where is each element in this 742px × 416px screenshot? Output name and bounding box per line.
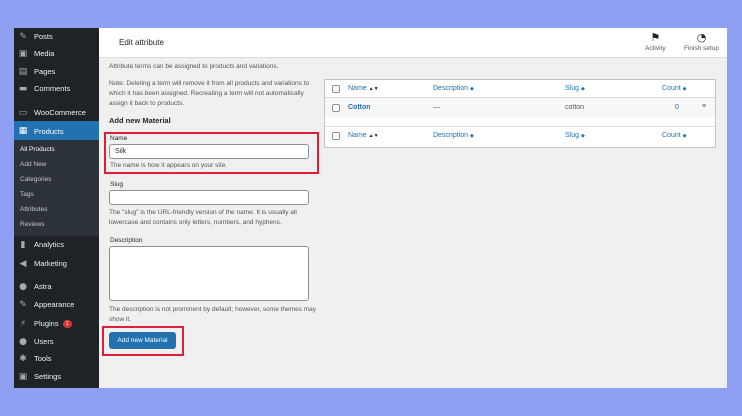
description-help-text: The description is not prominent by defa…	[109, 306, 317, 323]
slug-help-text: The "slug" is the URL-friendly version o…	[109, 209, 297, 226]
column-header-count[interactable]: Count ◆	[662, 85, 687, 92]
sidebar-item-marketing[interactable]: ◀ Marketing	[14, 255, 99, 272]
appearance-icon: ✎	[19, 299, 27, 310]
term-description: —	[433, 104, 440, 111]
sort-icon: ◆	[469, 133, 474, 139]
footer-header-name[interactable]: Name ▲▼	[348, 132, 379, 139]
tools-icon: ✱	[19, 353, 27, 364]
submenu-all-products[interactable]: All Products	[20, 146, 55, 153]
name-label: Name	[110, 135, 128, 142]
term-name-link[interactable]: Cotton	[348, 104, 371, 111]
sort-icon: ◆	[580, 133, 585, 139]
description-label: Description	[110, 237, 143, 244]
add-new-heading: Add new Material	[109, 116, 171, 125]
page-title: Edit attribute	[119, 38, 164, 47]
sidebar-item-tools[interactable]: ✱ Tools	[14, 350, 99, 367]
submenu-attributes[interactable]: Attributes	[20, 206, 47, 213]
slug-input[interactable]	[109, 190, 309, 205]
products-submenu: All Products Add New Categories Tags Att…	[14, 140, 99, 236]
sort-icon: ◆	[469, 86, 474, 92]
marketing-icon: ◀	[19, 258, 27, 269]
sort-icon: ◆	[682, 133, 687, 139]
wordpress-admin-window: ✎ Posts ▣ Media ▤ Pages ▬ Comments ▭ WooComme…	[14, 28, 727, 388]
products-icon: ▦	[18, 126, 28, 136]
plugins-icon: ⚡	[19, 318, 27, 329]
term-count-link[interactable]: 0	[675, 104, 679, 111]
settings-icon: ▣	[18, 371, 28, 382]
column-header-description[interactable]: Description ◆	[433, 85, 474, 92]
finish-setup-button[interactable]: ◔ Finish setup	[684, 31, 719, 52]
name-help-text: The name is how it appears on your site.	[110, 162, 228, 169]
plugins-update-badge: 1	[62, 319, 72, 328]
admin-sidebar: ✎ Posts ▣ Media ▤ Pages ▬ Comments ▭ WooComme…	[14, 28, 99, 388]
sidebar-item-appearance[interactable]: ✎ Appearance	[14, 296, 99, 313]
astra-icon: ●	[19, 281, 27, 292]
footer-header-count[interactable]: Count ◆	[662, 132, 687, 139]
term-slug: cotton	[565, 104, 585, 111]
sidebar-item-posts[interactable]: ✎ Posts	[14, 28, 99, 45]
add-new-material-button[interactable]: Add new Material	[109, 332, 176, 349]
sidebar-item-astra[interactable]: ● Astra	[14, 278, 99, 295]
table-footer-row: Name ▲▼ Description ◆ Slug ◆ Count ◆	[325, 126, 715, 147]
submenu-add-new[interactable]: Add New	[20, 161, 46, 168]
row-checkbox[interactable]	[332, 104, 340, 112]
footer-header-description[interactable]: Description ◆	[433, 132, 474, 139]
footer-header-slug[interactable]: Slug ◆	[565, 132, 585, 139]
progress-circle-icon: ◔	[696, 31, 707, 44]
select-all-footer-checkbox[interactable]	[332, 132, 340, 140]
comments-icon: ▬	[18, 83, 28, 94]
woocommerce-icon: ▭	[18, 107, 28, 118]
sidebar-item-products[interactable]: ▦ Products	[14, 121, 99, 141]
sort-icon: ▲▼	[368, 133, 379, 139]
sort-icon: ◆	[580, 86, 585, 92]
sidebar-item-woocommerce[interactable]: ▭ WooCommerce	[14, 104, 99, 121]
table-row: Cotton — cotton 0 ≡	[325, 97, 715, 118]
drag-handle-icon[interactable]: ≡	[702, 103, 706, 110]
pages-icon: ▤	[18, 66, 28, 77]
select-all-checkbox[interactable]	[332, 85, 340, 93]
attribute-intro-text: Attribute terms can be assigned to produ…	[109, 63, 279, 70]
sidebar-item-users[interactable]: ● Users	[14, 333, 99, 350]
sidebar-item-settings[interactable]: ▣ Settings	[14, 368, 99, 385]
sidebar-item-pages[interactable]: ▤ Pages	[14, 63, 99, 80]
column-header-slug[interactable]: Slug ◆	[565, 85, 585, 92]
terms-table: Name ▲▼ Description ◆ Slug ◆ Count ◆ Cot…	[324, 79, 716, 148]
pin-icon: ✎	[19, 31, 27, 42]
description-textarea[interactable]	[109, 246, 309, 301]
sidebar-item-analytics[interactable]: ▮ Analytics	[14, 236, 99, 253]
sidebar-item-comments[interactable]: ▬ Comments	[14, 80, 99, 97]
submenu-tags[interactable]: Tags	[20, 191, 34, 198]
name-input[interactable]: Silk	[109, 144, 309, 159]
top-header: Edit attribute ⚑ Activity ◔ Finish setup	[99, 28, 727, 58]
activity-button[interactable]: ⚑ Activity	[645, 31, 666, 52]
submenu-categories[interactable]: Categories	[20, 176, 51, 183]
slug-label: Slug	[110, 181, 124, 188]
delete-note-text: Note: Deleting a term will remove it fro…	[109, 80, 310, 107]
media-icon: ▣	[18, 48, 28, 59]
users-icon: ●	[19, 336, 27, 347]
sidebar-item-media[interactable]: ▣ Media	[14, 45, 99, 62]
column-header-name[interactable]: Name ▲▼	[348, 85, 379, 92]
flag-icon: ⚑	[650, 31, 661, 44]
sidebar-item-plugins[interactable]: ⚡ Plugins 1	[14, 315, 99, 332]
sort-icon: ◆	[682, 86, 687, 92]
analytics-icon: ▮	[20, 239, 26, 250]
sort-icon: ▲▼	[368, 86, 379, 92]
submenu-reviews[interactable]: Reviews	[20, 221, 45, 228]
